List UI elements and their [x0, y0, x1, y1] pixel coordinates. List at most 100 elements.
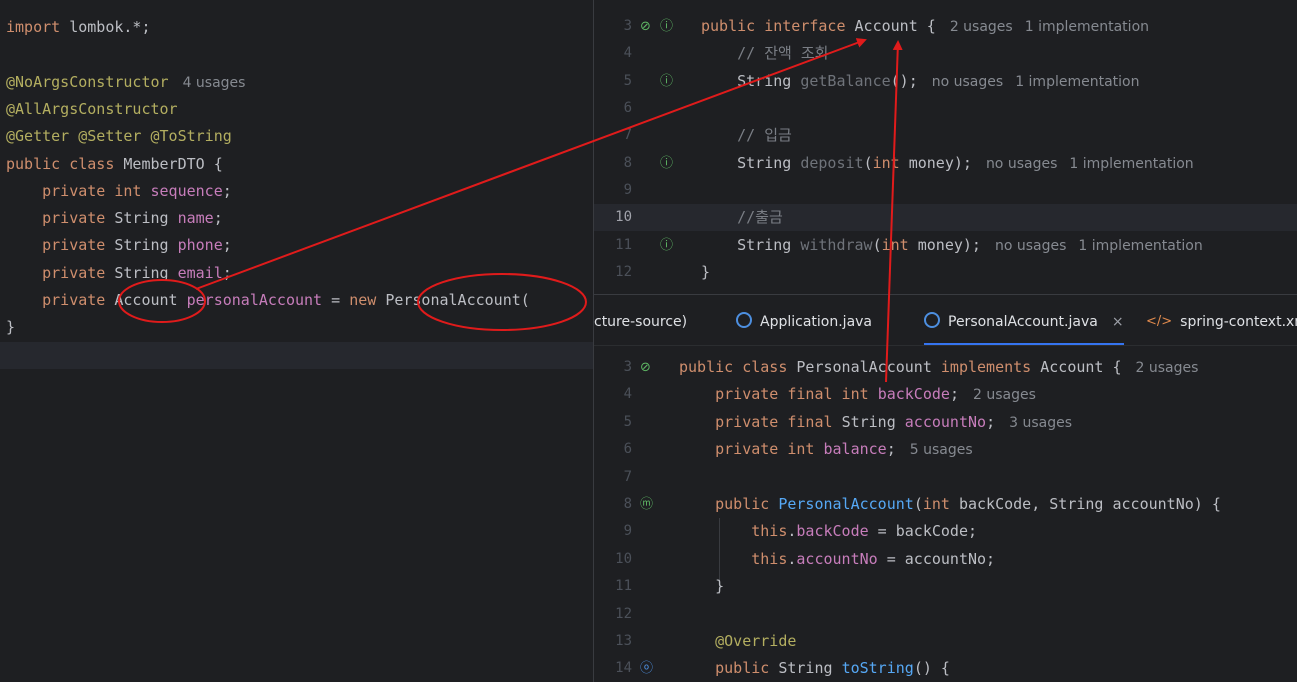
code-token: backCode	[877, 385, 950, 404]
usage-hint[interactable]: 1 implementation	[1025, 19, 1149, 35]
usage-hint[interactable]: no usages	[986, 156, 1057, 172]
code-token: private final int	[679, 385, 878, 404]
code-line: 11 ⓘ String withdraw(int money); no usages…	[594, 232, 1297, 259]
code-line: }	[0, 314, 593, 341]
code-text[interactable]: public String toString() {	[679, 655, 950, 682]
code-line: private String email;	[0, 260, 593, 287]
code-token: public interface	[701, 17, 855, 35]
line-number: 3	[623, 18, 632, 34]
close-icon[interactable]: ×	[1112, 314, 1124, 330]
code-text[interactable]: import lombok.*;	[6, 14, 151, 41]
account-interface-editor-pane[interactable]: 3 ⊘ ⓘ public interface Account { 2 usages 1 i…	[594, 0, 1297, 294]
code-text[interactable]: String deposit(int money); no usages 1 imp…	[701, 150, 1194, 178]
code-text[interactable]: private final int backCode; 2 usages	[679, 381, 1036, 409]
code-token: Account {	[1040, 358, 1122, 376]
impl-down-icon[interactable]: ⓘ	[660, 68, 673, 95]
usage-hint[interactable]: 2 usages	[973, 387, 1036, 403]
personal-account-editor-pane[interactable]: 3 ⊘ public class PersonalAccount implement…	[594, 346, 1297, 682]
code-text[interactable]: private int sequence;	[6, 178, 232, 205]
code-token: getBalance	[800, 71, 891, 90]
code-text[interactable]: private int balance; 5 usages	[679, 436, 973, 464]
code-text[interactable]: }	[6, 314, 15, 341]
code-text[interactable]: String getBalance(); no usages 1 implement…	[701, 68, 1139, 96]
code-token: Account {	[854, 17, 936, 35]
code-text[interactable]: public interface Account { 2 usages 1 impl…	[701, 13, 1149, 41]
code-line: 10 this.accountNo = accountNo;	[594, 546, 1297, 573]
code-token: money);	[908, 153, 972, 172]
code-text[interactable]: public PersonalAccount(int backCode, Str…	[679, 491, 1221, 518]
code-text[interactable]: private String phone;	[6, 232, 232, 259]
tab-label: PersonalAccount.java	[948, 314, 1098, 330]
code-text[interactable]: private Account personalAccount = new Pe…	[6, 287, 530, 314]
code-text[interactable]: public class PersonalAccount implements …	[679, 354, 1198, 382]
code-token: String	[114, 263, 178, 282]
code-text[interactable]: this.accountNo = accountNo;	[679, 546, 995, 573]
code-token: sequence	[150, 181, 223, 200]
code-token: @AllArgsConstructor	[6, 99, 178, 118]
editor-tab[interactable]: Application.java	[736, 295, 872, 345]
impl-down-icon[interactable]: ⓘ	[660, 232, 673, 259]
usage-hint[interactable]: 4 usages	[183, 75, 246, 91]
code-text[interactable]: @Override	[679, 628, 796, 655]
code-token: (	[913, 495, 923, 513]
usage-hint[interactable]: no usages	[932, 74, 1003, 90]
code-token: // 입금	[701, 126, 792, 145]
code-token: PersonalAccount	[778, 495, 914, 513]
code-line: 7 // 입금	[594, 122, 1297, 149]
code-token: ;	[949, 385, 959, 404]
code-token: private	[6, 291, 115, 309]
override-icon[interactable]: ⓞ	[640, 655, 653, 682]
code-text[interactable]: String withdraw(int money); no usages 1 im…	[701, 232, 1203, 260]
editor-tab[interactable]: cture-source)	[594, 295, 687, 345]
code-text[interactable]: //출금	[701, 204, 783, 231]
left-editor-pane[interactable]: import lombok.*; @NoArgsConstructor 4 usag…	[0, 0, 593, 682]
code-token: ;	[222, 236, 232, 255]
code-text[interactable]: private String name;	[6, 205, 223, 232]
usage-hint[interactable]: 2 usages	[1136, 360, 1199, 376]
impl-down-icon[interactable]: ⓘ	[660, 150, 673, 177]
code-token: public	[679, 495, 779, 513]
code-text[interactable]: // 입금	[701, 122, 792, 149]
usage-hint[interactable]: 5 usages	[910, 442, 973, 458]
code-text[interactable]: @NoArgsConstructor 4 usages	[6, 69, 245, 97]
usage-hint[interactable]: 1 implementation	[1078, 238, 1202, 254]
code-text[interactable]: }	[701, 259, 710, 286]
line-number: 6	[623, 441, 632, 458]
code-token: phone	[177, 236, 223, 255]
editor-tab[interactable]: </> spring-context.xml	[1146, 295, 1297, 345]
impl-down-icon[interactable]: ⓘ	[660, 13, 673, 40]
code-token: String	[701, 235, 801, 254]
code-text[interactable]: // 잔액 조회	[701, 40, 828, 67]
code-token: () {	[913, 659, 950, 678]
usage-hint[interactable]: 1 implementation	[1015, 74, 1139, 90]
code-text[interactable]: @AllArgsConstructor	[6, 96, 178, 123]
code-token: (	[872, 235, 882, 254]
usage-hint[interactable]: no usages	[995, 238, 1066, 254]
code-text[interactable]: }	[679, 573, 724, 600]
usage-hint[interactable]: 2 usages	[950, 19, 1013, 35]
code-token: private final	[679, 412, 842, 431]
code-line: 3 ⊘ ⓘ public interface Account { 2 usages 1 i…	[594, 13, 1297, 40]
implements-icon[interactable]: ⊘	[640, 354, 651, 381]
code-token: int	[114, 181, 151, 200]
code-token: String	[701, 71, 801, 90]
code-text[interactable]: private String email;	[6, 260, 232, 287]
usage-hint[interactable]: 3 usages	[1009, 415, 1072, 431]
code-token: }	[6, 318, 16, 337]
code-token: ;	[222, 181, 232, 200]
line-number: 7	[623, 468, 632, 485]
usage-hint[interactable]: 1 implementation	[1069, 156, 1193, 172]
code-text[interactable]: public class MemberDTO {	[6, 151, 223, 178]
code-line: 3 ⊘ public class PersonalAccount implement…	[594, 354, 1297, 381]
code-text[interactable]: private final String accountNo; 3 usages	[679, 409, 1072, 437]
implemented-icon[interactable]: ⊘	[640, 13, 651, 40]
line-number: 4	[623, 45, 632, 62]
code-line: @NoArgsConstructor 4 usages	[0, 69, 593, 96]
method-icon[interactable]: ⓜ	[640, 491, 653, 518]
code-line: 9	[594, 177, 1297, 204]
editor-tab[interactable]: PersonalAccount.java ×	[924, 295, 1124, 345]
code-text[interactable]: this.backCode = backCode;	[679, 518, 977, 545]
code-token: Account	[114, 291, 187, 309]
code-token: int	[922, 495, 959, 513]
code-text[interactable]: @Getter @Setter @ToString	[6, 123, 232, 150]
